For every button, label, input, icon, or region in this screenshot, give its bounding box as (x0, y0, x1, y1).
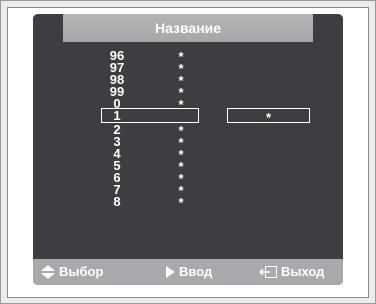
name-edit-field[interactable]: * (227, 108, 310, 125)
channel-number: 1 (113, 108, 121, 123)
enter-hint[interactable]: Ввод (166, 264, 212, 279)
list-item[interactable]: 3 * (33, 135, 343, 150)
osd-menu-panel: Название 96 * 97 * 98 * 99 * 0 * 1 * 2 *… (33, 14, 343, 285)
list-item[interactable]: 98 * (33, 73, 343, 88)
list-item[interactable]: 97 * (33, 61, 343, 76)
select-label: Выбор (59, 264, 104, 279)
channel-number: 8 (113, 194, 121, 209)
exit-icon (259, 265, 277, 278)
exit-hint[interactable]: Выход (259, 264, 324, 279)
list-item[interactable]: 4 * (33, 147, 343, 162)
list-item[interactable]: 7 * (33, 183, 343, 198)
channel-list: 96 * 97 * 98 * 99 * 0 * 1 * 2 * 3 * 4 * … (33, 49, 343, 250)
channel-name-mark: * (178, 195, 184, 210)
list-item[interactable]: 99 * (33, 85, 343, 100)
list-item[interactable]: 5 * (33, 159, 343, 174)
play-icon (166, 265, 175, 278)
exit-label: Выход (281, 264, 325, 279)
menu-title: Название (154, 20, 222, 36)
up-down-arrows-icon (41, 264, 55, 279)
select-hint[interactable]: Выбор (41, 264, 103, 279)
list-item[interactable]: 96 * (33, 49, 343, 64)
list-item-selected[interactable]: 1 * (33, 108, 343, 125)
enter-label: Ввод (179, 264, 213, 279)
footer-help-bar: Выбор Ввод Выход (33, 259, 343, 285)
list-item[interactable]: 6 * (33, 171, 343, 186)
list-item[interactable]: 8 * (33, 194, 343, 210)
list-item[interactable]: 2 * (33, 123, 343, 138)
title-bar: Название (33, 14, 343, 48)
